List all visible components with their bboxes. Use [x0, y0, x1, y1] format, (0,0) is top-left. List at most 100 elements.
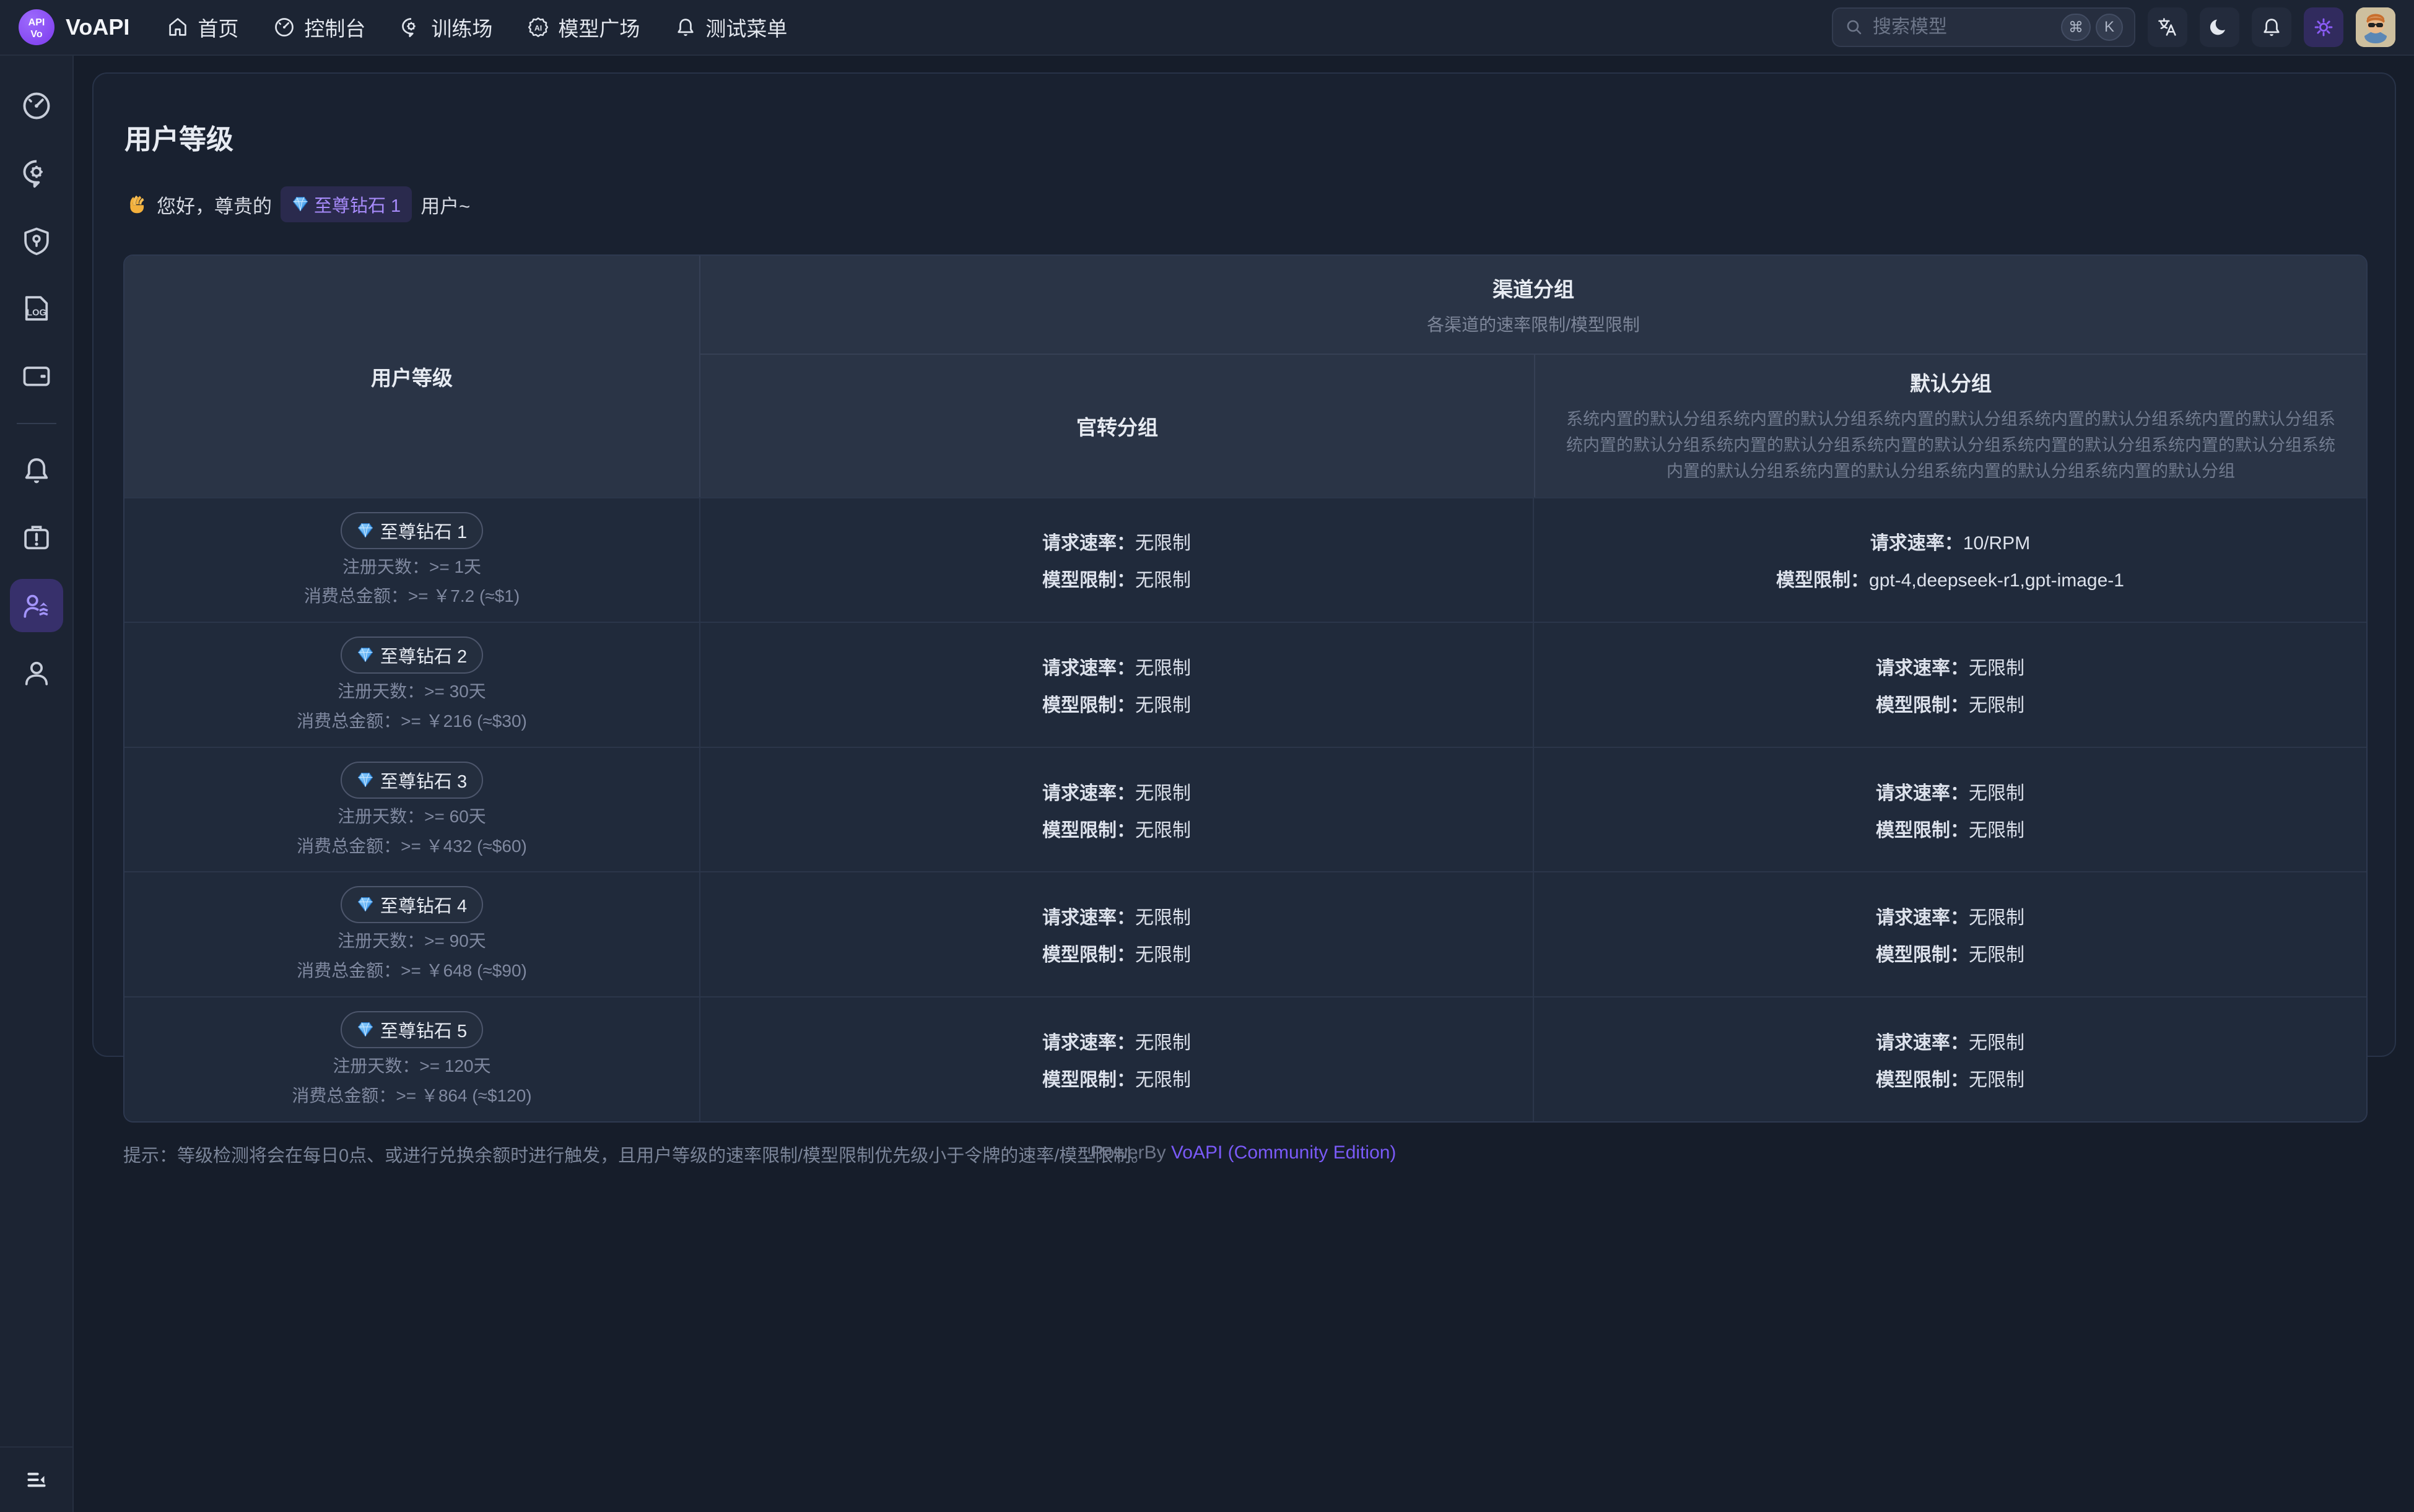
sidebar-item-dashboard[interactable] — [10, 79, 63, 133]
default-model-limit: gpt-4,deepseek-r1,gpt-image-1 — [1869, 570, 2124, 591]
diamond-icon — [357, 896, 374, 913]
official-group-cell: 请求速率：无限制 模型限制：无限制 — [700, 872, 1534, 996]
nav-item-console[interactable]: 控制台 — [273, 12, 365, 42]
default-rate-limit: 无限制 — [1969, 783, 2024, 804]
footer: PowerBy VoAPI (Community Edition) — [74, 1142, 2414, 1163]
official-model-limit: 无限制 — [1135, 695, 1191, 716]
sidebar-item-profile[interactable] — [10, 646, 63, 700]
user-avatar[interactable] — [2356, 7, 2395, 47]
table-header: 用户等级 渠道分组 各渠道的速率限制/模型限制 官转分组 默认分组 系统内置的默… — [124, 256, 2366, 497]
default-model-limit: 无限制 — [1969, 820, 2024, 841]
topbar: API Vo VoAPI 首页 控制台 训练场 模型广场 测试菜单 — [0, 0, 2414, 56]
table-body: 至尊钻石 1 注册天数：>= 1天 消费总金额：>= ￥7.2 (≈$1) 请求… — [124, 497, 2366, 1121]
nav-item-model-plaza[interactable]: 模型广场 — [527, 12, 640, 42]
diamond-icon — [292, 196, 309, 213]
official-rate-limit: 无限制 — [1135, 533, 1191, 554]
level-badge: 至尊钻石 1 — [341, 512, 483, 549]
total-spend: 消费总金额：>= ￥7.2 (≈$1) — [304, 584, 520, 608]
sidebar-item-ticket[interactable] — [10, 511, 63, 565]
wave-icon — [124, 193, 148, 216]
default-model-limit: 无限制 — [1969, 945, 2024, 965]
column-header-channel-group: 渠道分组 各渠道的速率限制/模型限制 — [700, 256, 2366, 355]
notifications-button[interactable] — [2252, 7, 2291, 47]
main-content: 用户等级 您好，尊贵的 至尊钻石 1 用户~ 用户等级 渠道分组 各渠道的速率限… — [74, 56, 2414, 1512]
nav-item-test-menu[interactable]: 测试菜单 — [674, 12, 787, 42]
theme-toggle-button[interactable] — [2200, 7, 2239, 47]
total-spend: 消费总金额：>= ￥216 (≈$30) — [297, 710, 527, 733]
language-button[interactable] — [2148, 7, 2187, 47]
default-model-limit: 无限制 — [1969, 1070, 2024, 1090]
sidebar-item-log[interactable] — [10, 282, 63, 335]
table-row: 至尊钻石 2 注册天数：>= 30天 消费总金额：>= ￥216 (≈$30) … — [124, 622, 2366, 747]
kbd-k: K — [2096, 14, 2123, 41]
level-badge: 至尊钻石 5 — [341, 1011, 483, 1048]
level-cell: 至尊钻石 3 注册天数：>= 60天 消费总金额：>= ￥432 (≈$60) — [124, 748, 700, 872]
bell-icon — [2260, 16, 2283, 38]
official-group-cell: 请求速率：无限制 模型限制：无限制 — [700, 748, 1534, 872]
greeting: 您好，尊贵的 至尊钻石 1 用户~ — [124, 186, 2365, 222]
gear-icon — [2312, 16, 2335, 38]
user-level-table: 用户等级 渠道分组 各渠道的速率限制/模型限制 官转分组 默认分组 系统内置的默… — [123, 254, 2368, 1123]
current-level-badge: 至尊钻石 1 — [281, 186, 412, 222]
default-rate-limit: 无限制 — [1969, 1033, 2024, 1053]
model-search[interactable]: ⌘ K — [1832, 7, 2135, 47]
settings-button[interactable] — [2304, 7, 2343, 47]
column-header-default-group: 默认分组 系统内置的默认分组系统内置的默认分组系统内置的默认分组系统内置的默认分… — [1534, 355, 2366, 497]
sidebar-item-token[interactable] — [10, 214, 63, 267]
table-row: 至尊钻石 1 注册天数：>= 1天 消费总金额：>= ￥7.2 (≈$1) 请求… — [124, 497, 2366, 622]
search-icon — [1844, 17, 1864, 37]
user-level-card: 用户等级 您好，尊贵的 至尊钻石 1 用户~ 用户等级 渠道分组 各渠道的速率限… — [92, 72, 2396, 1057]
sidebar-item-wallet[interactable] — [10, 349, 63, 402]
sidebar — [0, 56, 74, 1512]
total-spend: 消费总金额：>= ￥648 (≈$90) — [297, 959, 527, 983]
official-model-limit: 无限制 — [1135, 945, 1191, 965]
register-days: 注册天数：>= 60天 — [338, 805, 486, 828]
official-group-cell: 请求速率：无限制 模型限制：无限制 — [700, 498, 1534, 622]
default-group-desc: 系统内置的默认分组系统内置的默认分组系统内置的默认分组系统内置的默认分组系统内置… — [1561, 407, 2341, 485]
bell-icon — [674, 16, 697, 38]
official-group-cell: 请求速率：无限制 模型限制：无限制 — [700, 623, 1534, 747]
level-badge: 至尊钻石 3 — [341, 762, 483, 799]
column-header-official-group: 官转分组 — [700, 355, 1534, 497]
translate-icon — [2156, 16, 2179, 38]
level-cell: 至尊钻石 1 注册天数：>= 1天 消费总金额：>= ￥7.2 (≈$1) — [124, 498, 700, 622]
official-rate-limit: 无限制 — [1135, 658, 1191, 679]
home-icon — [167, 16, 189, 38]
default-rate-limit: 无限制 — [1969, 908, 2024, 928]
table-row: 至尊钻石 5 注册天数：>= 120天 消费总金额：>= ￥864 (≈$120… — [124, 996, 2366, 1121]
sidebar-item-user-level[interactable] — [10, 579, 63, 632]
official-model-limit: 无限制 — [1135, 1070, 1191, 1090]
nav-item-home[interactable]: 首页 — [167, 12, 238, 42]
diamond-icon — [357, 522, 374, 539]
official-group-cell: 请求速率：无限制 模型限制：无限制 — [700, 997, 1534, 1121]
default-group-cell: 请求速率：无限制 模型限制：无限制 — [1534, 872, 2366, 996]
column-header-user-level: 用户等级 — [124, 256, 700, 497]
sidebar-item-playground[interactable] — [10, 147, 63, 200]
default-rate-limit: 无限制 — [1969, 658, 2024, 679]
default-group-cell: 请求速率：无限制 模型限制：无限制 — [1534, 623, 2366, 747]
footer-voapi-link[interactable]: VoAPI (Community Edition) — [1171, 1142, 1396, 1163]
page-title: 用户等级 — [124, 117, 2365, 157]
diamond-icon — [357, 1021, 374, 1038]
playground-icon — [400, 16, 422, 38]
sidebar-collapse-button[interactable] — [21, 1464, 52, 1495]
sidebar-item-notification[interactable] — [10, 444, 63, 497]
official-rate-limit: 无限制 — [1135, 783, 1191, 804]
register-days: 注册天数：>= 1天 — [342, 555, 481, 579]
model-plaza-icon — [527, 16, 549, 38]
topbar-actions: ⌘ K — [1832, 7, 2395, 47]
register-days: 注册天数：>= 30天 — [338, 680, 486, 703]
nav-item-playground[interactable]: 训练场 — [400, 12, 492, 42]
channel-group-desc: 各渠道的速率限制/模型限制 — [1427, 311, 1640, 336]
search-input[interactable] — [1873, 17, 2052, 38]
svg-text:API: API — [28, 17, 45, 28]
default-group-cell: 请求速率：无限制 模型限制：无限制 — [1534, 748, 2366, 872]
total-spend: 消费总金额：>= ￥864 (≈$120) — [292, 1084, 531, 1108]
default-group-cell: 请求速率：10/RPM 模型限制：gpt-4,deepseek-r1,gpt-i… — [1534, 498, 2366, 622]
official-model-limit: 无限制 — [1135, 570, 1191, 591]
official-model-limit: 无限制 — [1135, 820, 1191, 841]
level-cell: 至尊钻石 4 注册天数：>= 90天 消费总金额：>= ￥648 (≈$90) — [124, 872, 700, 996]
official-rate-limit: 无限制 — [1135, 1033, 1191, 1053]
default-model-limit: 无限制 — [1969, 695, 2024, 716]
voapi-logo-icon[interactable]: API Vo — [19, 9, 54, 45]
